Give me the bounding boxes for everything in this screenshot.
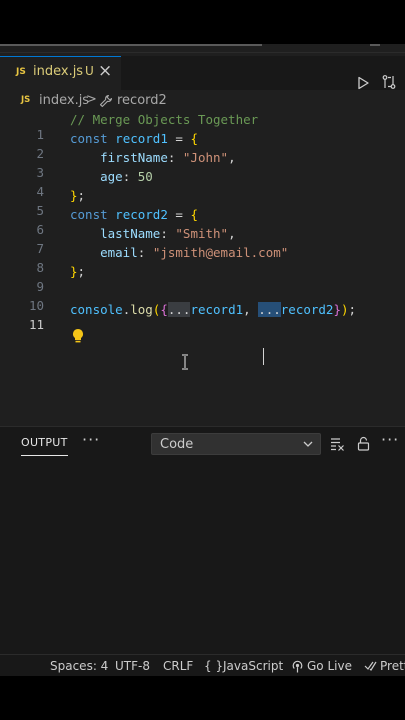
code-line: 2 const record1 = { (0, 131, 405, 161)
brace: } (333, 302, 341, 317)
javascript-file-icon: JS (21, 95, 31, 105)
breadcrumb-symbol[interactable]: record2 (117, 93, 167, 108)
braces-icon: { } (204, 659, 224, 673)
code-line: 4 age: 50 (0, 169, 405, 199)
spread-operator-selected: ... (258, 302, 281, 317)
code-line: 10 (0, 283, 405, 313)
number-literal: 50 (137, 169, 153, 184)
output-channel-select[interactable]: Code (151, 433, 321, 455)
source-control-compare-icon[interactable] (381, 74, 397, 90)
code-line: 9 }; (0, 264, 405, 294)
code-line: 7 lastName: "Smith", (0, 226, 405, 256)
output-panel: OUTPUT ··· Code ··· (0, 426, 405, 655)
object-name: console (70, 302, 123, 317)
code-line: 6 const record2 = { (0, 207, 405, 237)
tab-output[interactable]: OUTPUT (21, 436, 68, 456)
wrench-icon (99, 94, 113, 108)
lightbulb-icon[interactable] (71, 328, 85, 344)
spread-operator: ... (167, 302, 191, 317)
code-line: 1 // Merge Objects Together (0, 112, 405, 142)
broadcast-icon (292, 660, 303, 673)
operator: = (167, 207, 191, 222)
untracked-badge: U (85, 64, 94, 78)
code-line-active: 11 console.log({...record1, ...record2})… (0, 302, 405, 332)
tab-index-js[interactable]: JS index.js U × (0, 56, 121, 90)
tab-filename: index.js (33, 64, 84, 79)
code-editor[interactable]: 1 // Merge Objects Together 2 const reco… (0, 110, 405, 425)
keyword: const (70, 207, 108, 222)
lock-scroll-icon[interactable] (357, 436, 370, 451)
brace: { (190, 131, 198, 146)
operator: = (167, 131, 191, 146)
javascript-file-icon: JS (16, 67, 26, 77)
editor-tab-bar: JS index.js U × (0, 56, 405, 90)
more-actions-icon[interactable]: ··· (82, 430, 100, 449)
string-literal: "Smith" (175, 226, 229, 241)
chevron-down-icon (303, 441, 313, 447)
prettier-button[interactable]: Prett (380, 659, 405, 673)
code-line: 5 }; (0, 188, 405, 218)
run-icon[interactable] (356, 76, 370, 90)
property-name: email (100, 245, 138, 260)
variable-name: record2 (280, 302, 334, 317)
property-name: firstName (100, 150, 168, 165)
status-indentation[interactable]: Spaces: 4 (50, 659, 108, 673)
brace: } (70, 264, 78, 279)
breadcrumb-file[interactable]: index.js (39, 93, 89, 108)
title-bar-edge-right (370, 44, 380, 46)
keyword: const (70, 131, 108, 146)
title-bar-edge (0, 44, 262, 46)
code-line: 3 firstName: "John", (0, 150, 405, 180)
variable-name: record1 (115, 131, 168, 146)
property-name: lastName (100, 226, 161, 241)
breadcrumb: JS index.js > record2 (0, 92, 405, 112)
mouse-ibeam-cursor-icon (182, 354, 188, 370)
close-icon[interactable]: × (98, 61, 112, 81)
status-encoding[interactable]: UTF-8 (115, 659, 150, 673)
brace: } (70, 188, 78, 203)
variable-name: record1 (190, 302, 244, 317)
output-channel-value: Code (160, 437, 194, 452)
double-check-icon (364, 661, 377, 671)
go-live-button[interactable]: Go Live (307, 659, 352, 673)
code-comment: // Merge Objects Together (70, 112, 259, 127)
string-literal: "jsmith@email.com" (152, 245, 289, 260)
title-bar (0, 44, 405, 53)
brace: { (190, 207, 198, 222)
function-name: log (130, 302, 153, 317)
breadcrumb-separator: > (86, 92, 97, 107)
brace: { (160, 302, 168, 317)
more-actions-icon[interactable]: ··· (381, 430, 399, 449)
property-name: age (100, 169, 123, 184)
variable-name: record2 (115, 207, 168, 222)
status-bar: Spaces: 4 UTF-8 CRLF { } JavaScript Go L… (0, 654, 405, 676)
status-eol[interactable]: CRLF (163, 659, 193, 673)
text-caret (263, 348, 264, 365)
status-language[interactable]: JavaScript (223, 659, 283, 673)
string-literal: "John" (182, 150, 229, 165)
clear-output-icon[interactable] (330, 437, 345, 451)
vscode-window: JS index.js U × JS index.js > record2 1 … (0, 44, 405, 676)
line-number: 11 (28, 317, 44, 332)
code-line: 8 email: "jsmith@email.com" (0, 245, 405, 275)
